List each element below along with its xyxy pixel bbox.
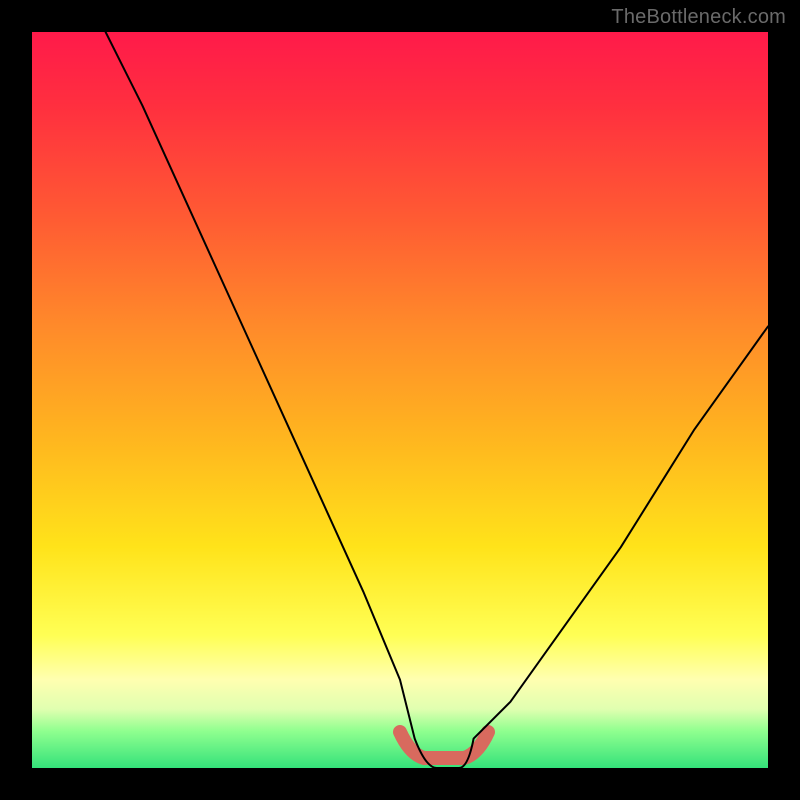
curve-svg (32, 32, 768, 768)
chart-frame: TheBottleneck.com (0, 0, 800, 800)
watermark-text: TheBottleneck.com (611, 6, 786, 29)
plot-area (32, 32, 768, 768)
bottleneck-curve (106, 32, 768, 768)
